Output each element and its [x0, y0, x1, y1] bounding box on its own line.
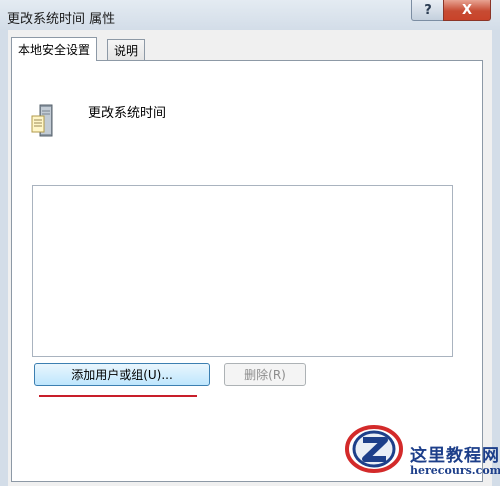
watermark-url: herecours.com	[410, 464, 500, 477]
user-group-list[interactable]	[32, 185, 453, 357]
remove-button[interactable]: 删除(R)	[224, 363, 306, 386]
tab-label: 本地安全设置	[18, 43, 91, 57]
button-label: 删除(R)	[244, 368, 286, 382]
highlight-underline	[39, 395, 197, 397]
window-title: 更改系统时间 属性	[7, 12, 116, 27]
policy-name: 更改系统时间	[88, 106, 167, 121]
tab-label: 说明	[114, 44, 139, 58]
tab-local-security-setting[interactable]: 本地安全设置	[11, 37, 98, 61]
close-button[interactable]: X	[443, 0, 491, 21]
button-label: 添加用户或组(U)...	[71, 368, 173, 382]
tab-panel: 更改系统时间 添加用户或组(U)... 删除(R)	[11, 60, 483, 482]
server-policy-icon	[31, 104, 53, 137]
help-button[interactable]: ?	[411, 0, 445, 21]
close-icon: X	[461, 2, 473, 18]
tab-explain[interactable]: 说明	[107, 39, 146, 61]
title-bar: 更改系统时间 属性 ? X	[0, 0, 500, 30]
window-frame-right	[492, 30, 500, 486]
watermark-logo	[345, 425, 403, 473]
help-icon: ?	[424, 2, 432, 18]
watermark-name: 这里教程网	[410, 446, 500, 466]
dialog-client-area: 本地安全设置 说明 更改系统时间 添加用户或组(U)... 删除(R)	[8, 30, 492, 486]
add-user-or-group-button[interactable]: 添加用户或组(U)...	[34, 363, 210, 386]
window-frame-left	[0, 30, 8, 486]
